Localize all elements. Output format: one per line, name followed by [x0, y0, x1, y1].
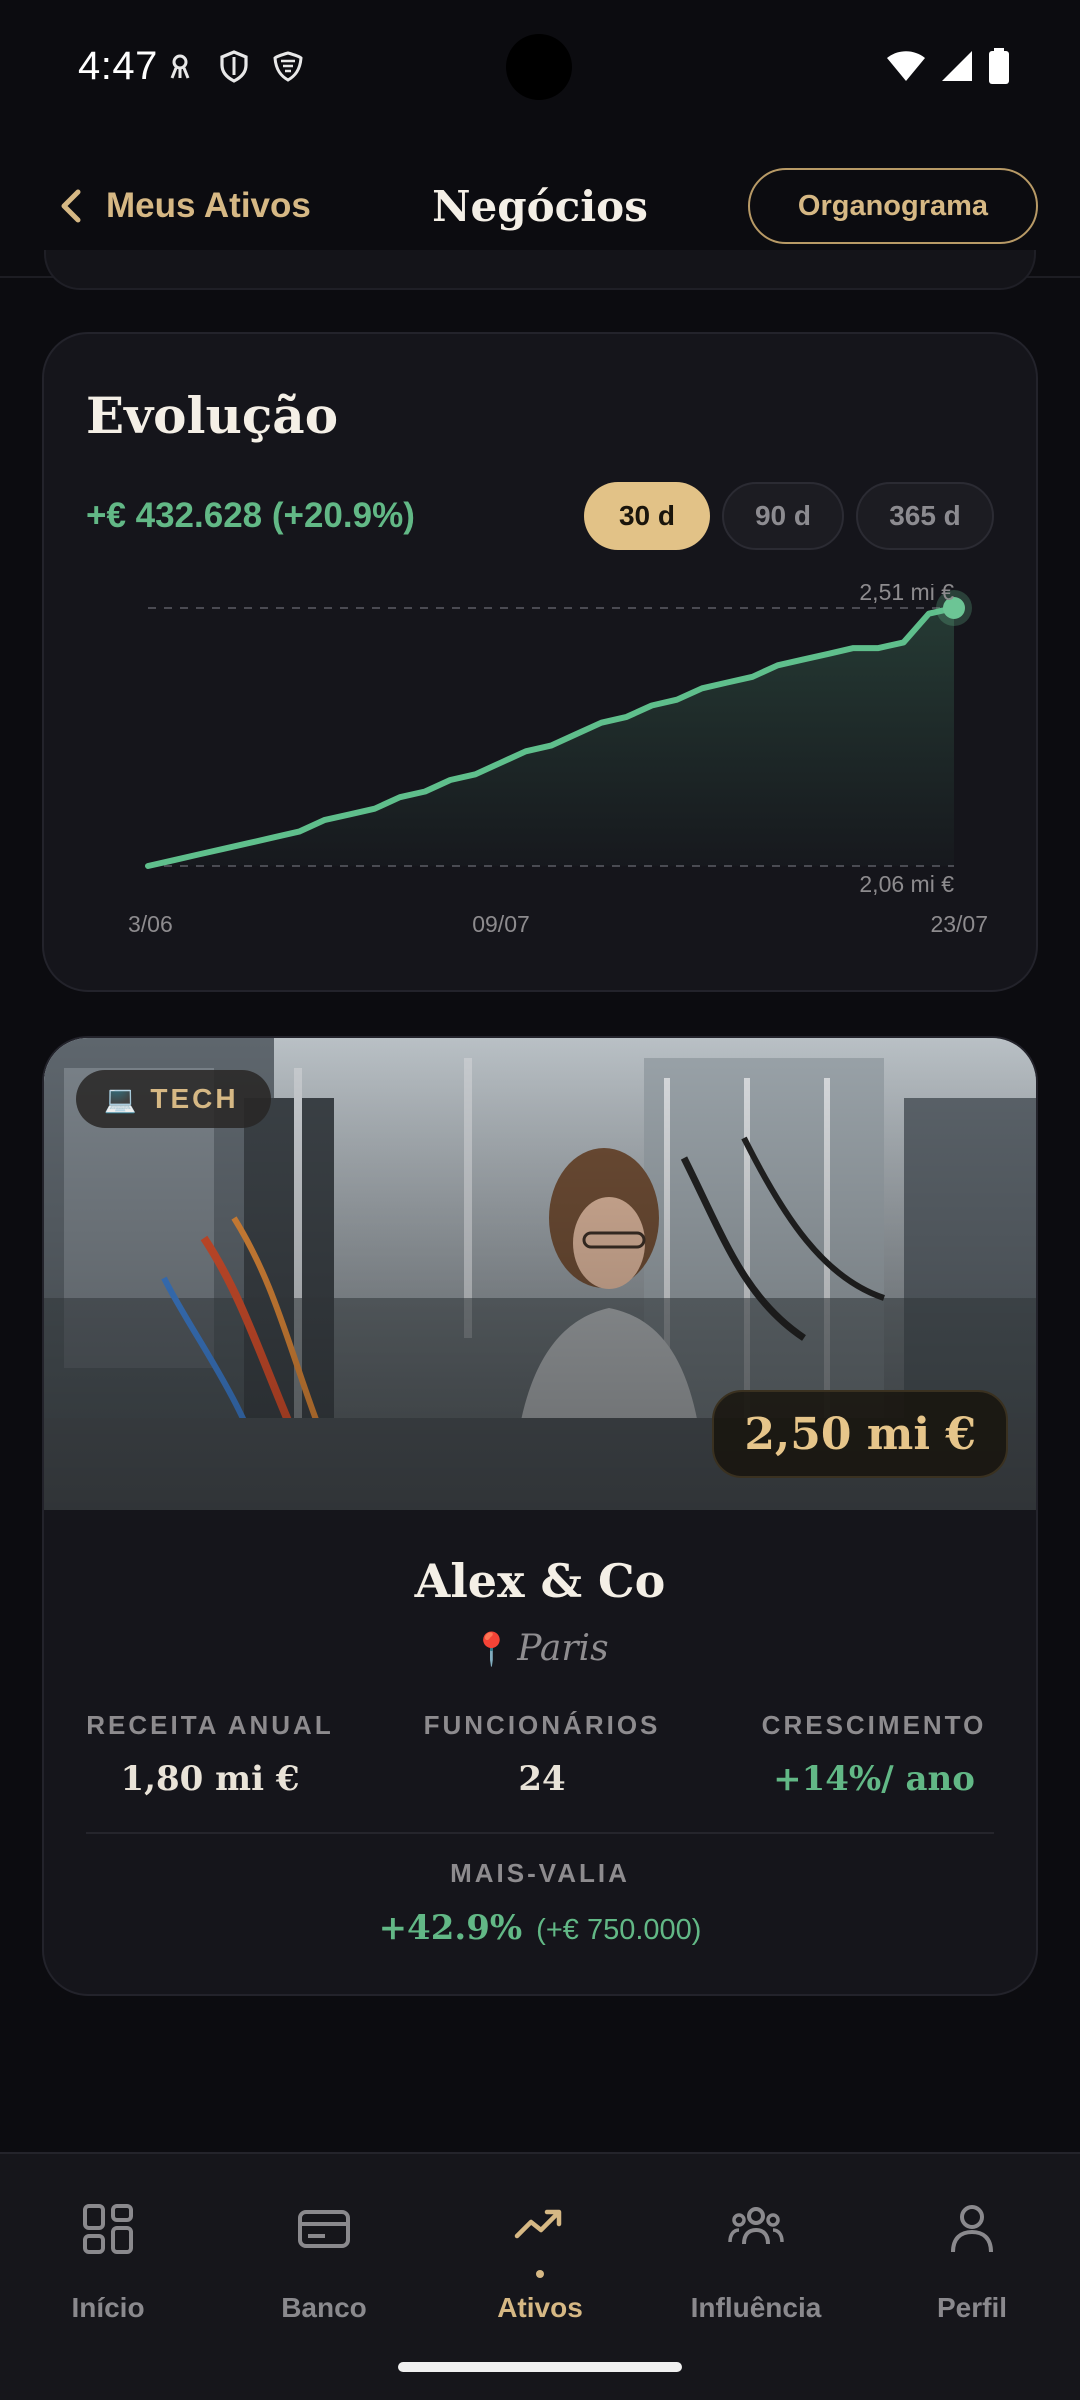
capital-gain-label: MAIS-VALIA — [450, 1858, 630, 1888]
location-pin-icon: 📍 — [471, 1630, 512, 1668]
org-chart-button[interactable]: Organograma — [748, 168, 1038, 244]
nav-item-inicio[interactable]: Início — [18, 2200, 198, 2324]
back-label: Meus Ativos — [106, 186, 311, 225]
signal-icon — [942, 51, 972, 81]
range-selector: 30 d 90 d 365 d — [584, 482, 994, 550]
x-tick-label: 09/07 — [472, 911, 530, 937]
divider — [86, 1832, 994, 1834]
shield-icon — [220, 50, 248, 83]
nav-item-ativos[interactable]: Ativos — [450, 2200, 630, 2324]
previous-card-edge — [44, 250, 1036, 290]
y-min-label: 2,06 mi € — [859, 871, 954, 897]
notification-icons — [162, 48, 306, 84]
company-location: 📍 Paris — [44, 1628, 1036, 1669]
grid-icon — [83, 2204, 133, 2254]
nav-label: Perfil — [936, 2292, 1008, 2323]
trending-up-icon — [514, 2209, 562, 2239]
stat-value: 24 — [518, 1759, 566, 1799]
system-status-icons — [886, 48, 1010, 84]
range-365d-button[interactable]: 365 d — [856, 482, 994, 550]
category-badge: 💻 TECH — [76, 1070, 271, 1128]
nav-item-influencia[interactable]: Influência — [666, 2200, 846, 2324]
capital-gain-amount: (+€ 750.000) — [536, 1914, 702, 1946]
laptop-icon: 💻 — [104, 1083, 137, 1114]
vpn-icon — [273, 51, 303, 82]
wifi-icon — [887, 51, 925, 81]
x-tick-label: 23/07 — [930, 911, 988, 937]
range-30d-button[interactable]: 30 d — [584, 482, 710, 550]
stat-employees: FUNCIONÁRIOS 24 — [376, 1710, 708, 1799]
company-value-badge: 2,50 mi € — [712, 1390, 1008, 1478]
battery-icon — [989, 48, 1009, 84]
location-label: Paris — [517, 1628, 609, 1669]
stat-label: FUNCIONÁRIOS — [423, 1710, 661, 1740]
company-card[interactable]: 💻 TECH 2,50 mi € Alex & Co 📍 Paris RECEIT… — [42, 1036, 1038, 1996]
company-photo: 💻 TECH 2,50 mi € — [44, 1038, 1036, 1510]
status-time: 4:47 — [78, 44, 158, 88]
company-stats: RECEITA ANUAL 1,80 mi € FUNCIONÁRIOS 24 … — [44, 1710, 1036, 1799]
chevron-left-icon — [61, 189, 81, 223]
nav-label: Início — [71, 2292, 145, 2323]
back-button[interactable]: Meus Ativos — [56, 186, 311, 226]
home-indicator[interactable] — [398, 2362, 682, 2372]
company-name: Alex & Co — [414, 1554, 666, 1608]
y-max-label: 2,51 mi € — [859, 584, 954, 605]
evolution-card: Evolução +€ 432.628 (+20.9%) 30 d 90 d 3… — [42, 332, 1038, 992]
stat-label: CRESCIMENTO — [761, 1710, 987, 1740]
active-indicator-dot — [536, 2270, 544, 2278]
evolution-title: Evolução — [86, 386, 339, 445]
stat-value: 1,80 mi € — [120, 1759, 300, 1799]
stat-revenue: RECEITA ANUAL 1,80 mi € — [44, 1710, 376, 1799]
capital-gain-row: +42.9% (+€ 750.000) — [44, 1908, 1036, 1948]
capital-gain-percent: +42.9% — [378, 1908, 523, 1948]
card-icon — [298, 2210, 350, 2248]
person-icon — [951, 2205, 993, 2253]
app-notification-icon — [170, 54, 190, 79]
chart-area — [148, 608, 954, 866]
nav-item-perfil[interactable]: Perfil — [882, 2200, 1062, 2324]
range-90d-button[interactable]: 90 d — [722, 482, 844, 550]
stat-label: RECEITA ANUAL — [86, 1710, 334, 1740]
nav-label: Influência — [690, 2292, 822, 2323]
nav-item-banco[interactable]: Banco — [234, 2200, 414, 2324]
x-tick-label: 3/06 — [128, 911, 173, 937]
stat-value: +14%/ ano — [773, 1759, 975, 1799]
nav-label: Banco — [281, 2292, 367, 2323]
nav-label: Ativos — [497, 2292, 583, 2323]
evolution-gain: +€ 432.628 (+20.9%) — [86, 496, 415, 535]
status-bar: 4:47 — [0, 0, 1080, 136]
people-icon — [728, 2207, 784, 2245]
stat-growth: CRESCIMENTO +14%/ ano — [708, 1710, 1036, 1799]
camera-cutout — [506, 34, 572, 100]
evolution-chart: 2,51 mi € 2,06 mi € 3/06 09/07 23/07 — [128, 584, 988, 937]
category-label: TECH — [150, 1083, 239, 1114]
